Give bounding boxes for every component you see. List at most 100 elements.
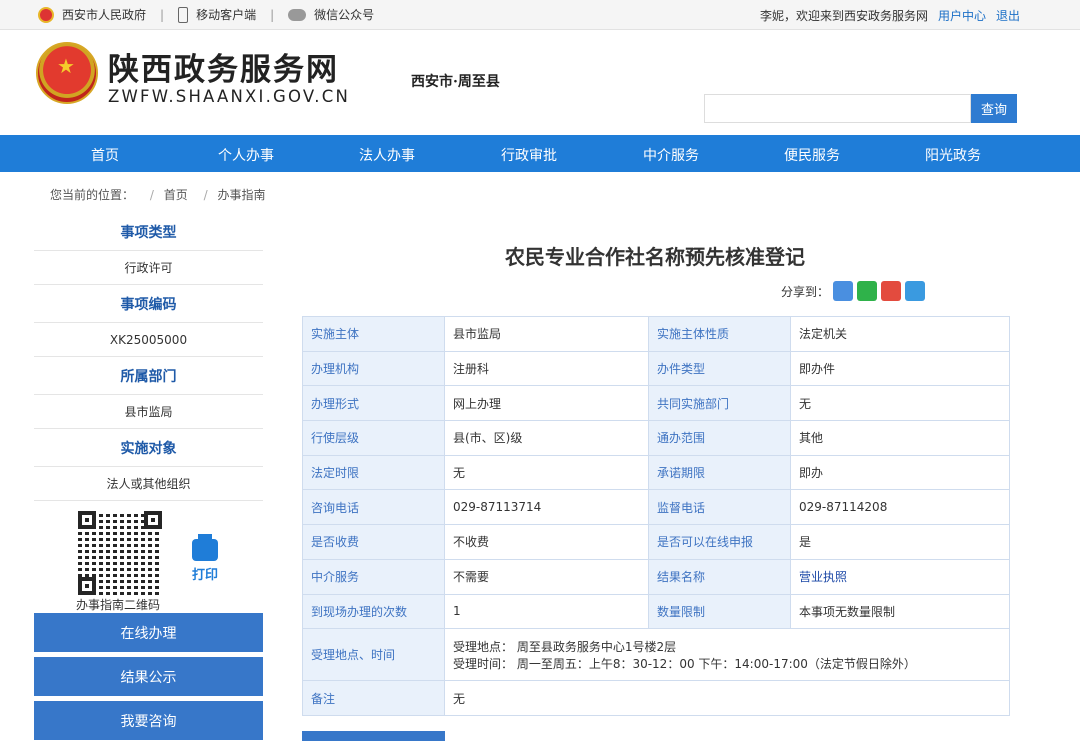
field-label: 法定时限 (302, 454, 445, 491)
nav-convenience[interactable]: 便民服务 (784, 145, 840, 165)
table-row: 办理形式 网上办理 共同实施部门 无 (302, 385, 1010, 422)
field-value: 无 (444, 680, 1010, 716)
result-name-cell: 营业执照 (790, 558, 1010, 595)
field-label: 办理形式 (302, 385, 445, 422)
field-label: 通办范围 (648, 420, 792, 456)
section-title-type: 事项类型 (120, 224, 177, 241)
mobile-link[interactable]: 移动客户端 (196, 6, 256, 23)
field-value: 县市监局 (443, 316, 650, 352)
share-label: 分享到： (781, 284, 830, 299)
field-value: 网上办理 (443, 385, 650, 422)
nav-personal[interactable]: 个人办事 (218, 145, 274, 165)
field-label: 实施主体性质 (648, 316, 792, 352)
field-value: 029-87113714 (443, 489, 650, 526)
field-label: 承诺期限 (648, 454, 792, 491)
table-row: 到现场办理的次数 1 数量限制 本事项无数量限制 (302, 593, 1010, 630)
more-share-icon[interactable] (905, 281, 926, 301)
field-value: 无 (443, 454, 650, 491)
nav-sunshine[interactable]: 阳光政务 (925, 145, 981, 165)
breadcrumb-current[interactable]: 办事指南 (217, 188, 265, 202)
breadcrumb-home[interactable]: 首页 (164, 188, 188, 202)
emblem-icon (38, 6, 54, 23)
field-value: 本事项无数量限制 (790, 593, 1010, 630)
print-label: 打印 (192, 568, 219, 583)
user-center-link[interactable]: 用户中心 (938, 7, 986, 24)
location-line: 受理地点： 周至县政务服务中心1号楼2层 (453, 639, 677, 654)
section-title-department: 所属部门 (120, 368, 177, 385)
breadcrumb-label: 您当前的位置： (50, 188, 135, 202)
table-row: 行使层级 县(市、区)级 通办范围 其他 (302, 420, 1010, 456)
field-label: 行使层级 (302, 420, 445, 456)
bottom-action-button[interactable] (302, 731, 445, 741)
welcome-text: 李妮，欢迎来到西安政务服务网 (759, 8, 928, 23)
field-label: 共同实施部门 (648, 385, 792, 422)
weibo-share-icon[interactable] (881, 281, 902, 301)
field-value: 无 (790, 385, 1010, 422)
print-button[interactable]: 打印 (192, 534, 219, 583)
field-label: 备注 (302, 680, 445, 716)
info-table: 实施主体 县市监局 实施主体性质 法定机关 办理机构 注册科 办件类型 即办件 … (302, 316, 1010, 716)
section-value-department: 县市监局 (34, 394, 263, 429)
online-apply-button[interactable]: 在线办理 (34, 613, 263, 652)
field-value: 注册科 (443, 350, 650, 387)
table-row: 受理地点、时间 受理地点： 周至县政务服务中心1号楼2层 受理时间： 周一至周五… (302, 628, 1010, 682)
gov-link[interactable]: 西安市人民政府 (62, 6, 146, 23)
main-nav: 首页 个人办事 法人办事 行政审批 中介服务 便民服务 阳光政务 (0, 135, 1080, 172)
site-domain: ZWFW.SHAANXI.GOV.CN (108, 87, 350, 106)
top-bar: 西安市人民政府 | 移动客户端 | 微信公众号 李妮，欢迎来到西安政务服务网 用… (0, 0, 1080, 30)
time-line: 受理时间： 周一至周五：上午8：30-12：00 下午：14:00-17:00（… (453, 656, 916, 671)
consult-button[interactable]: 我要咨询 (34, 701, 263, 740)
qr-label: 办事指南二维码 (76, 598, 161, 612)
printer-icon (192, 534, 218, 561)
table-row: 实施主体 县市监局 实施主体性质 法定机关 (302, 316, 1010, 352)
qr-code (78, 511, 162, 595)
location-cell: 受理地点： 周至县政务服务中心1号楼2层 受理时间： 周一至周五：上午8：30-… (444, 628, 1010, 682)
table-row: 法定时限 无 承诺期限 即办 (302, 454, 1010, 491)
result-name-link[interactable]: 营业执照 (799, 570, 847, 584)
field-label: 是否收费 (302, 524, 445, 560)
table-row: 是否收费 不收费 是否可以在线申报 是 (302, 524, 1010, 560)
national-emblem-logo (36, 42, 98, 104)
field-value: 1 (443, 593, 650, 630)
qq-share-icon[interactable] (833, 281, 854, 301)
section-value-target: 法人或其他组织 (34, 466, 263, 501)
page-title: 农民专业合作社名称预先核准登记 (505, 245, 805, 269)
section-value-code: XK25005000 (34, 322, 263, 357)
nav-legal-entity[interactable]: 法人办事 (359, 145, 415, 165)
site-title: 陕西政务服务网 (108, 52, 339, 88)
search-input[interactable] (704, 94, 971, 123)
wechat-share-icon[interactable] (857, 281, 878, 301)
field-label: 办理机构 (302, 350, 445, 387)
section-title-code: 事项编码 (120, 296, 177, 313)
field-label: 到现场办理的次数 (302, 593, 445, 630)
field-label: 数量限制 (648, 593, 792, 630)
divider: | (160, 7, 165, 22)
field-value: 029-87114208 (790, 489, 1010, 526)
field-label: 中介服务 (302, 558, 445, 595)
field-label: 是否可以在线申报 (648, 524, 792, 560)
nav-approval[interactable]: 行政审批 (501, 145, 557, 165)
field-label: 结果名称 (648, 558, 792, 595)
sidebar: 事项类型 行政许可 事项编码 XK25005000 所属部门 县市监局 实施对象… (34, 213, 263, 745)
wechat-icon (288, 8, 307, 21)
wechat-link[interactable]: 微信公众号 (314, 6, 374, 23)
site-header: 陕西政务服务网 ZWFW.SHAANXI.GOV.CN 西安市·周至县 查询 (0, 30, 1080, 135)
nav-home[interactable]: 首页 (91, 145, 119, 165)
nav-intermediary[interactable]: 中介服务 (643, 145, 699, 165)
phone-icon (178, 6, 189, 23)
table-row: 办理机构 注册科 办件类型 即办件 (302, 350, 1010, 387)
result-publicity-button[interactable]: 结果公示 (34, 657, 263, 696)
field-label: 监督电话 (648, 489, 792, 526)
field-value: 是 (790, 524, 1010, 560)
table-row: 备注 无 (302, 680, 1010, 716)
search-button[interactable]: 查询 (971, 94, 1017, 123)
breadcrumb: 您当前的位置： / 首页 / 办事指南 (50, 188, 266, 202)
field-value: 县(市、区)级 (443, 420, 650, 456)
field-value: 法定机关 (790, 316, 1010, 352)
table-row: 中介服务 不需要 结果名称 营业执照 (302, 558, 1010, 595)
field-label: 受理地点、时间 (302, 628, 445, 682)
table-row: 咨询电话 029-87113714 监督电话 029-87114208 (302, 489, 1010, 526)
logout-link[interactable]: 退出 (996, 7, 1020, 24)
region-label: 西安市·周至县 (411, 74, 500, 90)
field-value: 即办件 (790, 350, 1010, 387)
